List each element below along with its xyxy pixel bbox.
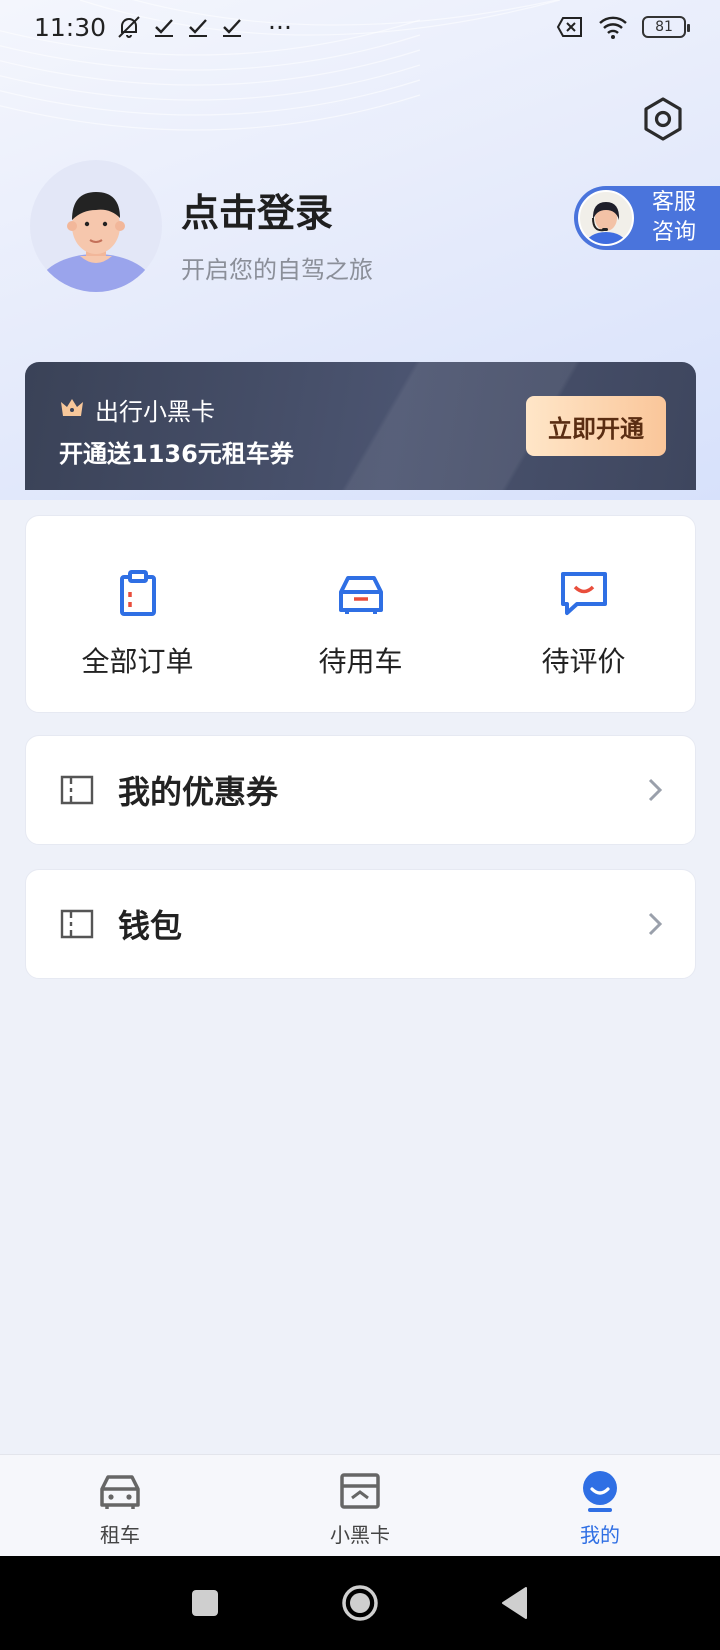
bottom-tab-bar: 租车 小黑卡 我的 — [0, 1454, 720, 1556]
status-more: ··· — [268, 12, 292, 42]
chevron-right-icon — [648, 778, 663, 802]
mute-icon — [116, 14, 142, 40]
vip-activate-button[interactable]: 立即开通 — [526, 396, 666, 456]
status-time: 11:30 — [34, 12, 107, 42]
profile-tab-icon — [583, 1471, 617, 1512]
chevron-right-icon — [648, 912, 663, 936]
wallet-icon — [60, 909, 94, 939]
customer-service-label-1: 客服 — [652, 190, 697, 215]
order-pending-review-label: 待评价 — [541, 645, 626, 678]
orders-card: 全部订单 待用车 待评价 — [25, 515, 696, 713]
battery-indicator: 81 — [642, 16, 690, 38]
status-bar: 11:30 ··· 81 — [0, 0, 720, 54]
headset-agent-icon — [586, 202, 626, 244]
check-icon — [152, 15, 176, 39]
customer-service-avatar — [578, 190, 634, 246]
settings-button[interactable] — [640, 96, 686, 142]
menu-item-wallet-label: 钱包 — [118, 907, 183, 945]
login-title[interactable]: 点击登录 — [181, 182, 333, 237]
crown-icon — [59, 396, 85, 424]
vip-card-banner[interactable]: 出行小黑卡 开通送1136元租车券 立即开通 — [25, 362, 696, 490]
order-pending-review-button[interactable]: 待评价 — [472, 516, 695, 712]
order-pending-pickup-button[interactable]: 待用车 — [249, 516, 472, 712]
recent-apps-icon[interactable] — [190, 1588, 220, 1618]
tab-rent-car-label: 租车 — [100, 1523, 140, 1547]
vip-card-description: 开通送1136元租车券 — [59, 440, 294, 468]
order-all-button[interactable]: 全部订单 — [26, 516, 249, 712]
smile-chat-icon — [560, 572, 607, 615]
user-avatar[interactable] — [30, 160, 162, 292]
menu-item-coupons[interactable]: 我的优惠券 — [25, 735, 696, 845]
clipboard-icon — [119, 570, 156, 616]
settings-hexagon-icon — [644, 97, 682, 141]
menu-item-wallet[interactable]: 钱包 — [25, 869, 696, 979]
order-pending-pickup-label: 待用车 — [318, 645, 403, 678]
order-all-label: 全部订单 — [81, 645, 194, 678]
system-navigation-bar — [0, 1556, 720, 1650]
back-icon[interactable] — [500, 1586, 530, 1620]
login-subtitle: 开启您的自驾之旅 — [181, 256, 373, 284]
customer-service-label-2: 咨询 — [652, 220, 697, 245]
card-tab-icon — [340, 1473, 380, 1509]
tab-mine-label: 我的 — [580, 1523, 620, 1547]
vip-card-title: 出行小黑卡 — [95, 398, 215, 426]
customer-service-button[interactable]: 客服 咨询 — [574, 186, 720, 250]
check-icon — [186, 15, 210, 39]
check-icon — [220, 15, 244, 39]
car-icon — [338, 576, 383, 614]
wifi-icon — [598, 15, 628, 39]
default-avatar-icon — [38, 192, 154, 292]
coupon-icon — [60, 775, 94, 805]
tab-black-card[interactable]: 小黑卡 — [240, 1455, 480, 1556]
no-sim-icon — [556, 16, 584, 38]
tab-black-card-label: 小黑卡 — [330, 1523, 390, 1547]
home-icon[interactable] — [340, 1583, 380, 1623]
tab-rent-car[interactable]: 租车 — [0, 1455, 240, 1556]
tab-mine[interactable]: 我的 — [480, 1455, 720, 1556]
menu-item-coupons-label: 我的优惠券 — [118, 773, 279, 811]
car-tab-icon — [100, 1475, 140, 1509]
